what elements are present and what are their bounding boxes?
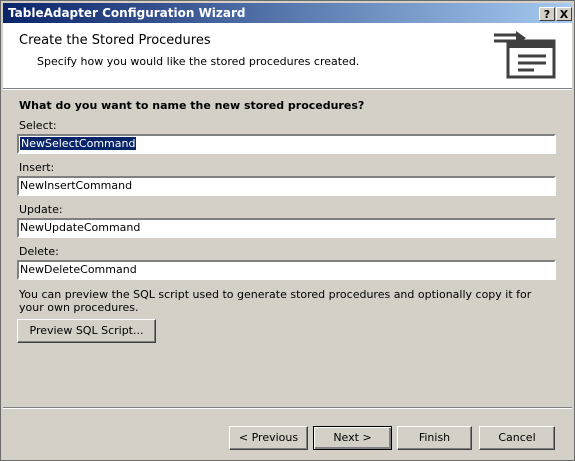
stored-procedure-icon [494,31,556,79]
wizard-header: Create the Stored Procedures Specify how… [3,23,572,89]
header-divider [3,89,572,90]
delete-command-field[interactable]: NewDeleteCommand [17,260,556,280]
title-bar[interactable]: TableAdapter Configuration Wizard ? X [3,3,572,23]
delete-label: Delete: [19,245,59,258]
wizard-window: TableAdapter Configuration Wizard ? X Cr… [0,0,575,461]
insert-label: Insert: [19,161,55,174]
update-label: Update: [19,203,63,216]
preview-sql-script-button[interactable]: Preview SQL Script... [17,319,156,343]
help-button[interactable]: ? [539,7,555,21]
next-button[interactable]: Next > [313,426,392,450]
insert-command-value: NewInsertCommand [20,179,133,192]
page-subtitle: Specify how you would like the stored pr… [37,55,360,68]
update-command-field[interactable]: NewUpdateCommand [17,218,556,238]
preview-description: You can preview the SQL script used to g… [19,288,532,314]
cancel-button[interactable]: Cancel [479,426,555,450]
select-command-field[interactable]: NewSelectCommand [17,134,556,154]
delete-command-value: NewDeleteCommand [20,263,137,276]
footer-divider-highlight [3,408,572,409]
previous-button[interactable]: < Previous [229,426,308,450]
page-title: Create the Stored Procedures [19,33,211,48]
window-title: TableAdapter Configuration Wizard [8,6,246,20]
update-command-value: NewUpdateCommand [20,221,141,234]
name-question: What do you want to name the new stored … [19,99,365,112]
finish-button[interactable]: Finish [397,426,472,450]
select-command-value: NewSelectCommand [20,137,137,150]
select-label: Select: [19,119,57,132]
insert-command-field[interactable]: NewInsertCommand [17,176,556,196]
close-button[interactable]: X [556,7,572,21]
